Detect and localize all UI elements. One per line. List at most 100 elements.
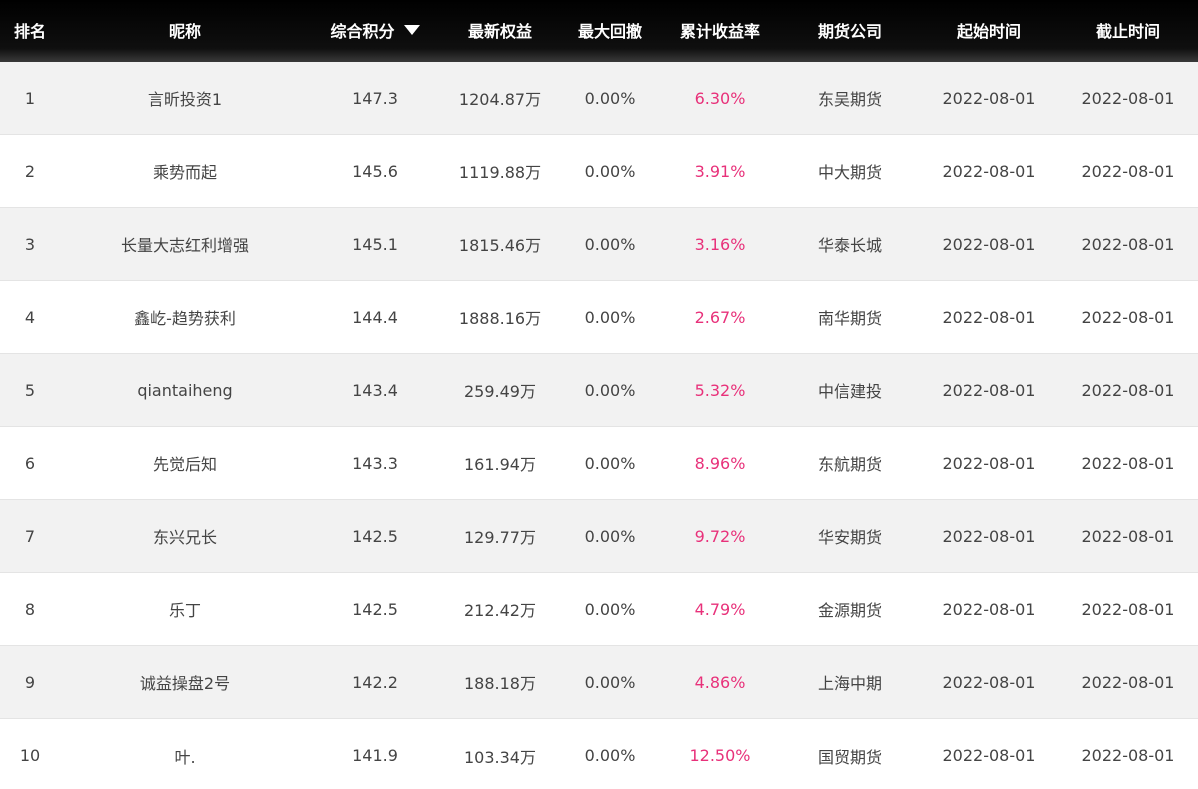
score-cell: 142.5	[352, 599, 398, 619]
end-time-cell: 2022-08-01	[1081, 161, 1175, 181]
cum-return-cell: 3.16%	[694, 234, 746, 254]
max-drawdown-cell: 0.00%	[584, 161, 636, 181]
nickname-cell: 乐丁	[168, 601, 201, 620]
nickname-cell: 诚益操盘2号	[139, 674, 231, 693]
header-company: 期货公司	[780, 0, 920, 62]
rank-cell: 3	[24, 234, 36, 254]
nickname-cell: qiantaiheng	[137, 380, 233, 400]
cum-return-cell: 2.67%	[694, 307, 746, 327]
table-row: 6 先觉后知 143.3 161.94万 0.00% 8.96% 东航期货 2022-08-0…	[0, 427, 1198, 500]
equity-cell: 1204.87万	[458, 90, 542, 109]
company-cell: 南华期货	[817, 309, 882, 328]
rank-cell: 9	[24, 672, 36, 692]
start-time-cell: 2022-08-01	[942, 380, 1036, 400]
ranking-table: 排名 昵称 综合积分 最新权益 最大回撤 累计收益率 期货公司 起始时间 截止时…	[0, 0, 1198, 789]
header-rank: 排名	[0, 0, 60, 62]
header-start-label: 起始时间	[956, 22, 1021, 41]
table-row: 1 言昕投资1 147.3 1204.87万 0.00% 6.30% 东吴期货 2022-08…	[0, 62, 1198, 135]
equity-cell: 1815.46万	[458, 236, 542, 255]
header-equity: 最新权益	[440, 0, 560, 62]
equity-cell: 259.49万	[464, 382, 536, 401]
header-max-drawdown-label: 最大回撤	[577, 22, 642, 41]
table-row: 4 鑫屹-趋势获利 144.4 1888.16万 0.00% 2.67% 南华期货 2022-…	[0, 281, 1198, 354]
cum-return-cell: 6.30%	[694, 88, 746, 108]
table-row: 9 诚益操盘2号 142.2 188.18万 0.00% 4.86% 上海中期 2022-08…	[0, 646, 1198, 719]
header-end-label: 截止时间	[1095, 22, 1160, 41]
company-cell: 东吴期货	[817, 90, 882, 109]
company-cell: 上海中期	[817, 674, 882, 693]
equity-cell: 1888.16万	[458, 309, 542, 328]
start-time-cell: 2022-08-01	[942, 599, 1036, 619]
equity-cell: 188.18万	[464, 674, 536, 693]
company-cell: 中大期货	[817, 163, 882, 182]
table-row: 10 叶. 141.9 103.34万 0.00% 12.50% 国贸期货 2022-08-0…	[0, 719, 1198, 789]
rank-cell: 7	[24, 526, 36, 546]
company-cell: 国贸期货	[817, 747, 882, 767]
company-cell: 中信建投	[817, 382, 882, 401]
equity-cell: 212.42万	[464, 601, 536, 620]
header-nickname: 昵称	[60, 0, 310, 62]
max-drawdown-cell: 0.00%	[584, 672, 636, 692]
end-time-cell: 2022-08-01	[1081, 88, 1175, 108]
max-drawdown-cell: 0.00%	[584, 526, 636, 546]
end-time-cell: 2022-08-01	[1081, 526, 1175, 546]
end-time-cell: 2022-08-01	[1081, 380, 1175, 400]
rank-cell: 5	[24, 380, 36, 400]
header-cum-return-label: 累计收益率	[679, 22, 760, 41]
max-drawdown-cell: 0.00%	[584, 88, 636, 108]
end-time-cell: 2022-08-01	[1081, 599, 1175, 619]
score-cell: 143.3	[352, 453, 398, 473]
company-cell: 华泰长城	[817, 236, 882, 255]
header-company-label: 期货公司	[817, 22, 882, 41]
equity-cell: 161.94万	[464, 455, 536, 474]
nickname-cell: 叶.	[174, 747, 196, 767]
company-cell: 华安期货	[817, 528, 882, 547]
header-equity-label: 最新权益	[467, 22, 532, 41]
end-time-cell: 2022-08-01	[1081, 672, 1175, 692]
start-time-cell: 2022-08-01	[942, 234, 1036, 254]
header-start: 起始时间	[920, 0, 1058, 62]
nickname-cell: 言昕投资1	[147, 90, 223, 109]
cum-return-cell: 5.32%	[694, 380, 746, 400]
start-time-cell: 2022-08-01	[942, 307, 1036, 327]
start-time-cell: 2022-08-01	[942, 526, 1036, 546]
score-cell: 141.9	[352, 746, 398, 765]
cum-return-cell: 9.72%	[694, 526, 746, 546]
start-time-cell: 2022-08-01	[942, 453, 1036, 473]
end-time-cell: 2022-08-01	[1081, 307, 1175, 327]
start-time-cell: 2022-08-01	[942, 746, 1036, 765]
company-cell: 东航期货	[817, 455, 882, 474]
nickname-cell: 长量大志红利增强	[120, 236, 249, 255]
table-row: 2 乘势而起 145.6 1119.88万 0.00% 3.91% 中大期货 2022-08-…	[0, 135, 1198, 208]
header-end: 截止时间	[1058, 0, 1198, 62]
max-drawdown-cell: 0.00%	[584, 746, 636, 765]
cum-return-cell: 4.86%	[694, 672, 746, 692]
company-cell: 金源期货	[817, 601, 882, 620]
nickname-cell: 鑫屹-趋势获利	[134, 309, 236, 328]
score-cell: 145.1	[352, 234, 398, 254]
table-header: 排名 昵称 综合积分 最新权益 最大回撤 累计收益率 期货公司 起始时间 截止时…	[0, 0, 1198, 62]
nickname-cell: 先觉后知	[152, 455, 217, 474]
header-score-label: 综合积分	[330, 22, 395, 41]
start-time-cell: 2022-08-01	[942, 88, 1036, 108]
max-drawdown-cell: 0.00%	[584, 453, 636, 473]
rank-cell: 1	[24, 88, 36, 108]
end-time-cell: 2022-08-01	[1081, 234, 1175, 254]
rank-cell: 4	[24, 307, 36, 327]
table-row: 5 qiantaiheng 143.4 259.49万 0.00% 5.32% 中信建投 20…	[0, 354, 1198, 427]
rank-cell: 2	[24, 161, 36, 181]
score-cell: 144.4	[352, 307, 398, 327]
header-rank-label: 排名	[13, 22, 46, 41]
score-cell: 145.6	[352, 161, 398, 181]
table-row: 7 东兴兄长 142.5 129.77万 0.00% 9.72% 华安期货 2022-08-0…	[0, 500, 1198, 573]
equity-cell: 103.34万	[464, 747, 536, 767]
sort-by-score-button[interactable]: 综合积分	[310, 0, 440, 62]
table-body: 1 言昕投资1 147.3 1204.87万 0.00% 6.30% 东吴期货 2022-08…	[0, 62, 1198, 789]
table-row: 8 乐丁 142.5 212.42万 0.00% 4.79% 金源期货 2022-08-01 2…	[0, 573, 1198, 646]
header-cum-return: 累计收益率	[660, 0, 780, 62]
max-drawdown-cell: 0.00%	[584, 599, 636, 619]
caret-down-icon	[403, 25, 420, 35]
score-cell: 143.4	[352, 380, 398, 400]
equity-cell: 129.77万	[464, 528, 536, 547]
nickname-cell: 乘势而起	[152, 163, 217, 182]
